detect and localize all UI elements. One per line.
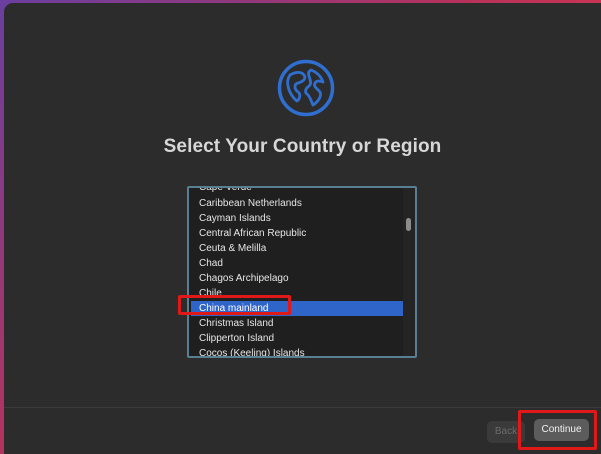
vertical-scrollbar[interactable] [403,188,415,356]
footer-divider [4,407,601,408]
list-item[interactable]: Cayman Islands [191,211,404,226]
list-item[interactable]: Caribbean Netherlands [191,196,404,211]
list-item[interactable]: Cape Verde [191,188,404,195]
globe-icon [277,59,335,117]
page-title: Select Your Country or Region [163,136,442,157]
list-item[interactable]: Christmas Island [191,316,404,331]
list-item[interactable]: Chagos Archipelago [191,271,404,286]
country-list[interactable]: Cape Verde Caribbean Netherlands Cayman … [187,186,417,358]
list-item[interactable]: Cocos (Keeling) Islands [191,346,404,356]
setup-assistant-window: Select Your Country or Region Cape Verde… [4,3,601,454]
scrollbar-thumb[interactable] [406,218,411,231]
list-item[interactable]: Chad [191,256,404,271]
selection-highlight-annotation [178,295,291,315]
continue-highlight-annotation [518,410,597,450]
list-item[interactable]: Central African Republic [191,226,404,241]
list-item[interactable]: Ceuta & Melilla [191,241,404,256]
list-item[interactable]: Clipperton Island [191,331,404,346]
